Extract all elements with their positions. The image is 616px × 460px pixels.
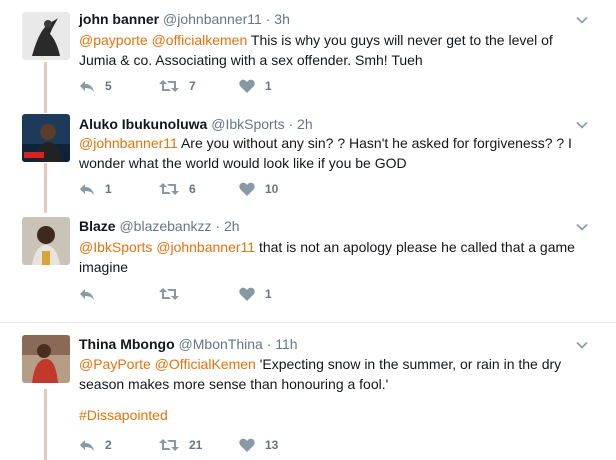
display-name[interactable]: Blaze (79, 218, 116, 234)
chevron-down-icon[interactable] (576, 14, 588, 26)
retweet-count: 21 (189, 438, 203, 452)
reply-icon (80, 440, 94, 451)
heart-icon (239, 182, 255, 196)
thread-connector (44, 105, 47, 113)
reply-button[interactable] (79, 286, 105, 302)
timestamp[interactable]: 3h (274, 11, 290, 27)
reply-count: 2 (105, 438, 112, 452)
display-name[interactable]: Thina Mbongo (79, 336, 175, 352)
retweet-count: 6 (189, 182, 196, 196)
heart-icon (239, 79, 255, 93)
mention-link[interactable]: @johnbanner11 (79, 135, 178, 151)
heart-icon (239, 287, 255, 301)
tweet-header: Blaze @blazebankzz · 2h (79, 218, 240, 235)
timestamp[interactable]: 2h (297, 116, 313, 132)
heart-icon (239, 438, 255, 452)
like-button[interactable]: 10 (239, 181, 278, 197)
retweet-button[interactable] (159, 286, 189, 302)
thread-connector (44, 203, 47, 213)
mention-link[interactable]: @IbkSports (79, 239, 152, 255)
separator-dot: · (215, 218, 221, 234)
reply-icon (80, 184, 94, 195)
mention-link[interactable]: @OfficialKemen (155, 356, 256, 372)
like-count: 1 (265, 287, 272, 301)
reply-button[interactable]: 5 (79, 78, 112, 94)
hashtag-link[interactable]: #Dissapointed (79, 407, 168, 423)
retweet-count: 7 (189, 79, 196, 93)
tweet-body: 'Expecting snow in the summer, or rain i… (79, 356, 562, 392)
like-count: 13 (265, 438, 279, 452)
avatar[interactable] (22, 217, 70, 265)
retweet-button[interactable]: 7 (159, 78, 196, 94)
reply-button[interactable]: 1 (79, 181, 112, 197)
tweet-text: @payporte @officialkemen This is why you… (79, 30, 584, 70)
separator-dot: · (288, 116, 294, 132)
separator-dot: · (265, 11, 271, 27)
chevron-down-icon[interactable] (576, 339, 588, 351)
retweet-icon (159, 183, 179, 195)
timestamp[interactable]: 11h (275, 336, 297, 352)
user-handle[interactable]: @MbonThina (179, 336, 263, 352)
reply-icon (80, 81, 94, 92)
tweet-1[interactable]: john banner @johnbanner11 · 3h @payporte… (0, 0, 616, 105)
display-name[interactable]: john banner (79, 11, 159, 27)
tweet-text: @johnbanner11 Are you without any sin? ?… (79, 133, 584, 173)
retweet-icon (159, 288, 179, 300)
reply-count: 5 (105, 79, 112, 93)
chevron-down-icon[interactable] (576, 221, 588, 233)
retweet-icon (159, 439, 179, 451)
reply-count: 1 (105, 182, 112, 196)
avatar[interactable] (22, 335, 70, 383)
tweet-text: @PayPorte @OfficialKemen 'Expecting snow… (79, 354, 584, 394)
mention-link[interactable]: @officialkemen (152, 32, 248, 48)
mention-link[interactable]: @johnbanner11 (156, 239, 255, 255)
tweet-4[interactable]: Thina Mbongo @MbonThina · 11h @PayPorte … (0, 323, 616, 460)
tweet-header: Thina Mbongo @MbonThina · 11h (79, 336, 298, 353)
timestamp[interactable]: 2h (224, 218, 240, 234)
thread-connector (44, 389, 47, 460)
separator-dot: · (266, 336, 272, 352)
tweet-body: This is why you guys will never get to t… (79, 32, 553, 68)
retweet-button[interactable]: 6 (159, 181, 196, 197)
tweet-2[interactable]: Aluko Ibukunoluwa @IbkSports · 2h @johnb… (0, 105, 616, 203)
like-count: 10 (265, 182, 279, 196)
user-handle[interactable]: @johnbanner11 (163, 11, 262, 27)
avatar[interactable] (22, 114, 70, 162)
user-handle[interactable]: @blazebankzz (119, 218, 211, 234)
tweet-body: that is not an apology please he called … (79, 239, 575, 275)
avatar[interactable] (22, 12, 70, 60)
like-button[interactable]: 13 (239, 437, 278, 453)
user-handle[interactable]: @IbkSports (211, 116, 284, 132)
tweet-text: @IbkSports @johnbanner11 that is not an … (79, 237, 584, 277)
retweet-icon (159, 80, 179, 92)
thread-connector (44, 62, 47, 105)
mention-link[interactable]: @payporte (79, 32, 148, 48)
like-button[interactable]: 1 (239, 286, 272, 302)
like-count: 1 (265, 79, 272, 93)
retweet-button[interactable]: 21 (159, 437, 202, 453)
chevron-down-icon[interactable] (576, 119, 588, 131)
tweet-3[interactable]: Blaze @blazebankzz · 2h @IbkSports @john… (0, 203, 616, 315)
mention-link[interactable]: @PayPorte (79, 356, 151, 372)
tweet-hashtag-line: #Dissapointed (79, 405, 584, 425)
display-name[interactable]: Aluko Ibukunoluwa (79, 116, 207, 132)
reply-icon (80, 289, 94, 300)
like-button[interactable]: 1 (239, 78, 272, 94)
tweet-header: Aluko Ibukunoluwa @IbkSports · 2h (79, 116, 313, 133)
thread-connector (44, 163, 47, 203)
reply-button[interactable]: 2 (79, 437, 112, 453)
tweet-header: john banner @johnbanner11 · 3h (79, 11, 290, 28)
